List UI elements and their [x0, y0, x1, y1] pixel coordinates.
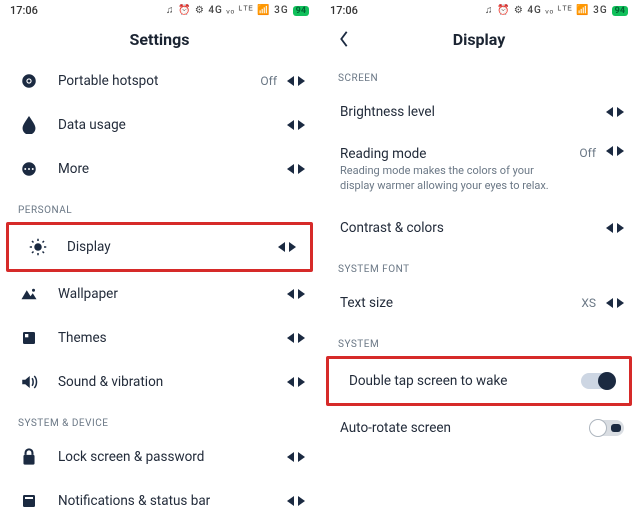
row-label: Portable hotspot	[40, 73, 260, 89]
row-sound[interactable]: Sound & vibration	[0, 360, 319, 404]
chevron-icon	[606, 298, 624, 308]
themes-icon	[18, 327, 40, 349]
row-text-size[interactable]: Text size XS	[320, 281, 638, 325]
row-value: Off	[260, 74, 277, 88]
row-brightness[interactable]: Brightness level	[320, 90, 638, 134]
row-label: More	[40, 161, 287, 177]
row-label: Sound & vibration	[40, 374, 287, 390]
more-icon	[18, 158, 40, 180]
status-time: 17:06	[10, 4, 38, 17]
status-bar: 17:06 ♫ ⏰ ⚙ 4G ᵥₒ ᴸᵀᴱ 📶 3G 94	[320, 0, 638, 19]
settings-screen: 17:06 ♫ ⏰ ⚙ 4G ᵥₒ ᴸᵀᴱ 📶 3G 94 Settings P…	[0, 0, 319, 512]
row-label: Themes	[40, 330, 287, 346]
toggle-auto-rotate[interactable]	[590, 420, 624, 436]
page-title: Display	[453, 30, 506, 49]
highlight-double-tap: Double tap screen to wake	[326, 356, 632, 406]
header: Settings	[0, 19, 319, 59]
row-label: Wallpaper	[40, 286, 287, 302]
row-display[interactable]: Display	[9, 225, 310, 269]
row-notifications[interactable]: Notifications & status bar	[0, 479, 319, 512]
row-label: Data usage	[40, 117, 287, 133]
row-wallpaper[interactable]: Wallpaper	[0, 272, 319, 316]
row-auto-rotate[interactable]: Auto-rotate screen	[320, 406, 638, 450]
battery-icon: 94	[293, 6, 309, 16]
row-value: XS	[581, 296, 596, 310]
highlight-display: Display	[6, 222, 313, 272]
toggle-double-tap[interactable]	[581, 373, 615, 389]
chevron-icon	[287, 76, 305, 86]
status-time: 17:06	[330, 4, 358, 17]
row-label: Notifications & status bar	[40, 493, 287, 509]
battery-icon: 94	[612, 6, 628, 16]
row-lock-screen[interactable]: Lock screen & password	[0, 435, 319, 479]
status-indicators: ♫ ⏰ ⚙ 4G ᵥₒ ᴸᵀᴱ 📶 3G	[485, 5, 608, 16]
chevron-icon	[287, 289, 305, 299]
row-label: Lock screen & password	[40, 449, 287, 465]
row-more[interactable]: More	[0, 147, 319, 191]
status-bar: 17:06 ♫ ⏰ ⚙ 4G ᵥₒ ᴸᵀᴱ 📶 3G 94	[0, 0, 319, 19]
chevron-icon	[287, 333, 305, 343]
header: Display	[320, 19, 638, 59]
row-themes[interactable]: Themes	[0, 316, 319, 360]
chevron-icon	[287, 452, 305, 462]
display-screen: 17:06 ♫ ⏰ ⚙ 4G ᵥₒ ᴸᵀᴱ 📶 3G 94 Display SC…	[319, 0, 638, 512]
page-title: Settings	[130, 30, 190, 49]
hotspot-icon	[18, 70, 40, 92]
row-subtitle: Reading mode makes the colors of your di…	[340, 164, 570, 194]
notifications-icon	[18, 490, 40, 512]
row-value: Off	[579, 146, 596, 160]
back-button[interactable]	[332, 27, 356, 51]
row-portable-hotspot[interactable]: Portable hotspot Off	[0, 59, 319, 103]
section-screen: SCREEN	[320, 59, 638, 90]
row-data-usage[interactable]: Data usage	[0, 103, 319, 147]
display-icon	[27, 236, 49, 258]
section-system-font: SYSTEM FONT	[320, 250, 638, 281]
row-label: Auto-rotate screen	[338, 420, 590, 436]
row-label: Display	[49, 239, 278, 255]
chevron-icon	[287, 164, 305, 174]
row-contrast[interactable]: Contrast & colors	[320, 206, 638, 250]
chevron-icon	[287, 496, 305, 506]
chevron-icon	[287, 377, 305, 387]
row-label: Text size	[338, 295, 581, 311]
chevron-icon	[606, 223, 624, 233]
lock-icon	[18, 446, 40, 468]
section-system-device: SYSTEM & DEVICE	[0, 404, 319, 435]
section-system: SYSTEM	[320, 325, 638, 356]
chevron-icon	[278, 242, 296, 252]
sound-icon	[18, 371, 40, 393]
section-personal: PERSONAL	[0, 191, 319, 222]
chevron-icon	[606, 107, 624, 117]
status-indicators: ♫ ⏰ ⚙ 4G ᵥₒ ᴸᵀᴱ 📶 3G	[166, 5, 289, 16]
row-double-tap[interactable]: Double tap screen to wake	[329, 359, 629, 403]
row-label: Reading mode	[340, 146, 579, 162]
chevron-icon	[606, 146, 624, 156]
row-label: Double tap screen to wake	[347, 373, 581, 389]
chevron-icon	[287, 120, 305, 130]
row-label: Brightness level	[338, 104, 606, 120]
chevron-left-icon	[338, 30, 350, 48]
row-reading-mode[interactable]: Reading mode Reading mode makes the colo…	[320, 134, 638, 206]
data-usage-icon	[18, 114, 40, 136]
wallpaper-icon	[18, 283, 40, 305]
row-label: Contrast & colors	[338, 220, 606, 236]
